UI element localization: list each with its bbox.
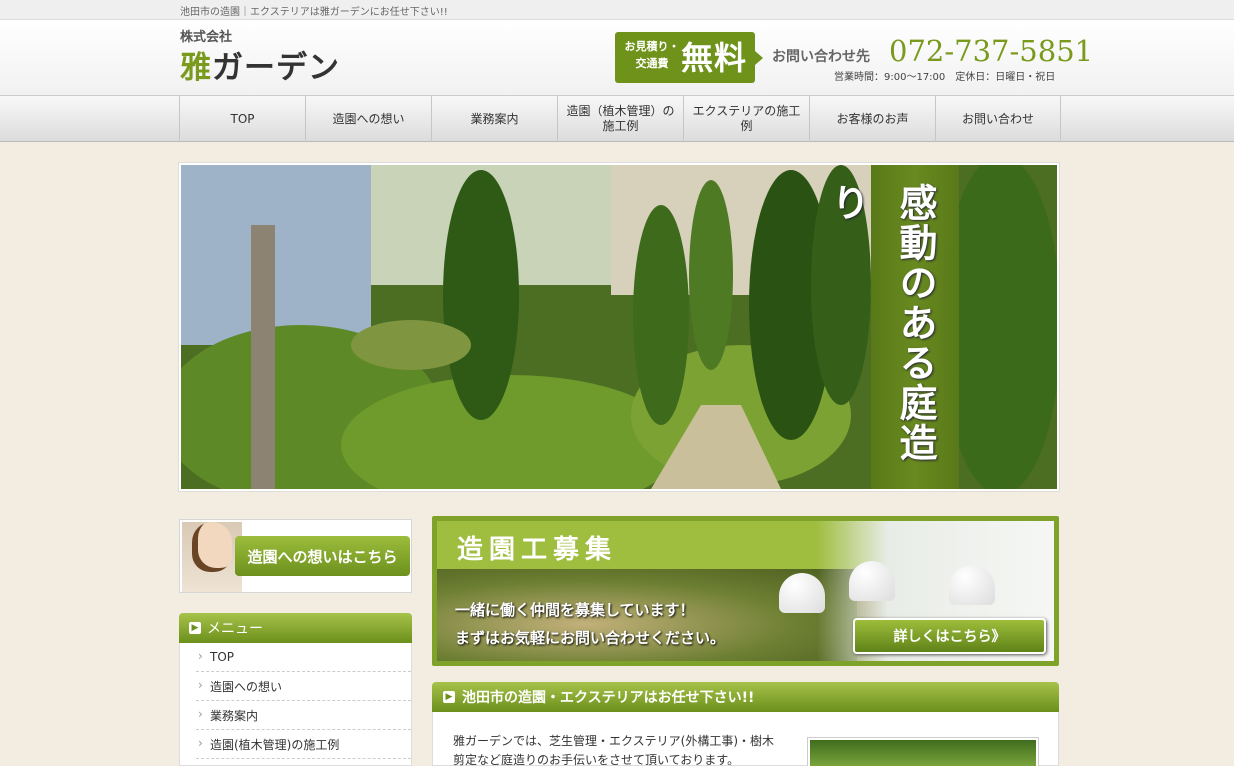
nav-item-top[interactable]: TOP — [179, 96, 305, 142]
recruit-banner[interactable]: 造園工募集 一緒に働く仲間を募集しています！ まずはお気軽にお問い合わせください… — [432, 516, 1059, 666]
tagline: 池田市の造園｜エクステリアは雅ガーデンにお任せ下さい!! — [180, 7, 448, 18]
top-bar: 池田市の造園｜エクステリアは雅ガーデンにお任せ下さい!! — [0, 0, 1234, 20]
nav-item-contact[interactable]: お問い合わせ — [935, 96, 1061, 142]
side-menu-item-philosophy[interactable]: 造園への想い — [196, 672, 411, 701]
arrow-right-icon: ▶ — [443, 691, 455, 703]
logo[interactable]: 雅ガーデン — [180, 42, 340, 87]
recruit-cta-text: まずはお気軽にお問い合わせください。 — [455, 629, 726, 647]
content-body: 雅ガーデンでは、芝生管理・エクステリア(外構工事)・樹木剪定など庭造りのお手伝い… — [432, 712, 1059, 766]
content-heading: ▶ 池田市の造園・エクステリアはお任せ下さい!! — [432, 682, 1059, 712]
philosophy-banner[interactable]: 造園への想いはこちら — [179, 519, 412, 593]
helmet-icon — [949, 565, 995, 605]
recruit-banner-image: 造園工募集 一緒に働く仲間を募集しています！ まずはお気軽にお問い合わせください… — [437, 521, 1054, 661]
estimate-label: お見積り・ — [624, 40, 680, 53]
logo-accent: 雅 — [180, 50, 212, 86]
garden-thumbnail — [808, 738, 1038, 766]
philosophy-banner-label: 造園への想いはこちら — [235, 536, 410, 576]
menu-title: メニュー — [207, 621, 263, 637]
logo-name: ガーデン — [212, 50, 340, 86]
recruit-message: 一緒に働く仲間を募集しています！ — [455, 601, 695, 619]
woman-head — [192, 522, 232, 572]
phone-number[interactable]: 072-737-5851 — [889, 34, 1093, 68]
side-menu: TOP 造園への想い 業務案内 造園(植木管理)の施工例 — [179, 643, 412, 766]
arrow-right-icon: ▶ — [189, 622, 201, 634]
free-label: 無料 — [681, 39, 748, 77]
global-nav: TOP 造園への想い 業務案内 造園（植木管理）の施工例 エクステリアの施工例 … — [0, 95, 1234, 142]
contact-label: お問い合わせ先 — [772, 49, 870, 65]
side-menu-item-services[interactable]: 業務案内 — [196, 701, 411, 730]
recruit-details-button[interactable]: 詳しくはこちら》 — [853, 618, 1046, 654]
helmet-icon — [849, 561, 895, 601]
nav-item-testimonials[interactable]: お客様のお声 — [809, 96, 935, 142]
content-heading-text: 池田市の造園・エクステリアはお任せ下さい!! — [462, 690, 755, 706]
header: 株式会社 雅ガーデン お見積り・ 交通費 無料 お問い合わせ先 072-737-… — [0, 20, 1234, 95]
nav-item-exterior-works[interactable]: エクステリアの施工例 — [683, 96, 809, 142]
nav-item-landscaping-works[interactable]: 造園（植木管理）の施工例 — [557, 96, 683, 142]
helmet-icon — [779, 573, 825, 613]
woman-photo — [182, 522, 242, 592]
hero-image: 感動のある庭造り — [179, 163, 1059, 491]
side-menu-item-landscaping-works[interactable]: 造園(植木管理)の施工例 — [196, 730, 411, 759]
recruit-title: 造園工募集 — [457, 535, 618, 565]
travel-fee-label: 交通費 — [635, 57, 669, 70]
side-menu-item-top[interactable]: TOP — [196, 643, 411, 672]
hero-catchphrase: 感動のある庭造り — [825, 183, 938, 463]
menu-heading: ▶ メニュー — [179, 613, 412, 643]
free-estimate-badge: お見積り・ 交通費 無料 — [615, 32, 763, 83]
nav-item-services[interactable]: 業務案内 — [431, 96, 557, 142]
nav-item-philosophy[interactable]: 造園への想い — [305, 96, 431, 142]
intro-text: 雅ガーデンでは、芝生管理・エクステリア(外構工事)・樹木剪定など庭造りのお手伝い… — [453, 734, 775, 766]
business-hours: 営業時間：9:00〜17:00 定休日：日曜日・祝日 — [834, 72, 1056, 83]
